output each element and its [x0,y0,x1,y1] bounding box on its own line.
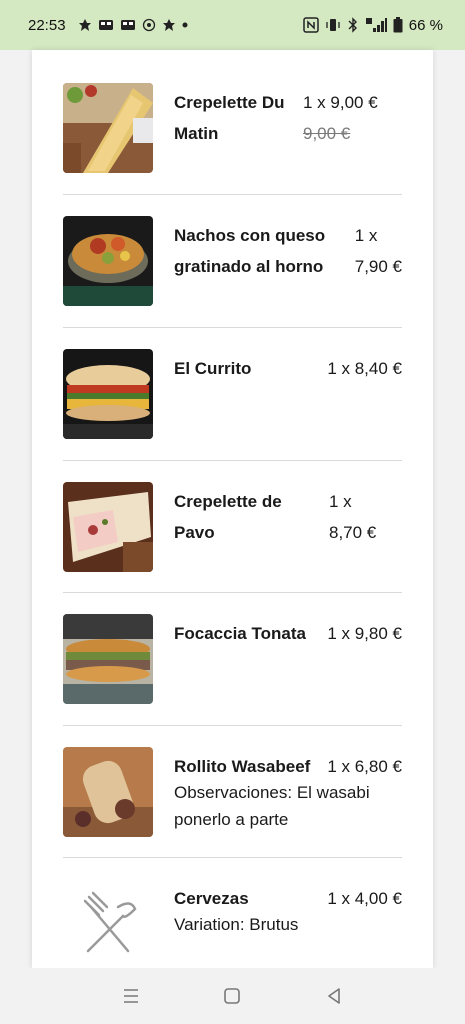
nfc-icon [303,17,319,33]
order-item[interactable]: El Currito 1 x 8,40 € [63,349,402,439]
divider [63,460,402,461]
notification-icon [142,18,156,32]
fork-knife-icon [63,879,153,968]
vibrate-icon [325,17,341,33]
crepelette-de-pavo-image [63,482,153,572]
item-name: Focaccia Tonata [174,624,306,643]
order-items-card: Crepelette Du Matin 1 x 9,00 € 9,00 € Na… [32,50,433,968]
divider [63,327,402,328]
el-currito-image [63,349,153,439]
item-old-price: 9,00 € [303,124,351,143]
item-price: 1 x 8,40 € [327,359,402,378]
battery-icon [393,17,403,33]
item-note: Observaciones: El wasabi ponerlo a parte [174,783,370,829]
status-time: 22:53 [28,16,66,34]
home-icon[interactable] [212,976,252,1016]
rollito-wasabeef-image [63,747,153,837]
item-price: 1 x 6,80 € [327,757,402,776]
item-variation: Variation: Brutus [174,915,299,934]
signal-5g-icon [365,17,387,33]
item-name: Nachos con queso gratinado al horno [174,226,326,276]
order-item[interactable]: Cervezas 1 x 4,00 € Variation: Brutus [63,879,402,968]
divider [63,857,402,858]
order-item[interactable]: Focaccia Tonata 1 x 9,80 € [63,614,402,704]
divider [63,592,402,593]
item-name: El Currito [174,359,252,378]
status-bar: 22:53 66 % [0,0,465,50]
focaccia-tonata-image [63,614,153,704]
battery-percent: 66 % [408,16,443,34]
notification-icon [98,18,114,32]
crepelette-du-matin-image [63,83,153,173]
order-item[interactable]: Rollito Wasabeef 1 x 6,80 € Observacione… [63,747,402,857]
divider [63,725,402,726]
back-icon[interactable] [314,976,354,1016]
item-name: Crepelette Du Matin [174,93,285,143]
recent-apps-icon[interactable] [111,976,151,1016]
item-name: Crepelette de Pavo [174,492,282,542]
notification-icon [162,18,176,32]
order-item[interactable]: Crepelette de Pavo 1 x 8,70 € [63,482,402,572]
item-price: 1 x 7,90 € [354,226,402,276]
system-navigation-bar [0,968,465,1024]
order-item[interactable]: Nachos con queso gratinado al horno 1 x … [63,216,402,306]
item-price: 1 x 4,00 € [327,889,402,908]
bluetooth-icon [347,17,359,33]
nachos-image [63,216,153,306]
notification-icon [78,18,92,32]
item-price: 1 x 9,00 € [303,93,378,112]
item-price: 1 x 8,70 € [329,492,377,542]
order-item[interactable]: Crepelette Du Matin 1 x 9,00 € 9,00 € [63,83,402,173]
divider [63,194,402,195]
item-name: Cervezas [174,889,249,908]
notification-icon [120,18,136,32]
more-notifications-icon [182,22,188,28]
item-price: 1 x 9,80 € [327,624,402,643]
item-name: Rollito Wasabeef [174,757,311,776]
